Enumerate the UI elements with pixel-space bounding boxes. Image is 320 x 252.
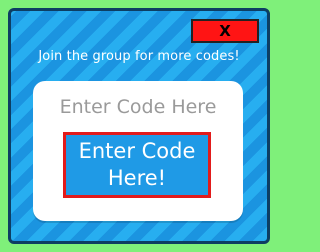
submit-label-line1: Enter Code	[78, 139, 196, 163]
close-button-label: X	[219, 21, 231, 40]
submit-code-button[interactable]: Enter Code Here!	[63, 132, 211, 198]
dialog-subtitle: Join the group for more codes!	[38, 49, 240, 64]
submit-code-button-label: Enter Code Here!	[79, 138, 196, 192]
code-entry-card: Enter Code Here!	[33, 81, 243, 221]
close-button[interactable]: X	[191, 19, 259, 43]
code-input[interactable]	[39, 91, 237, 123]
submit-label-line2: Here!	[107, 166, 167, 190]
codes-dialog: X Join the group for more codes! Enter C…	[8, 8, 270, 244]
